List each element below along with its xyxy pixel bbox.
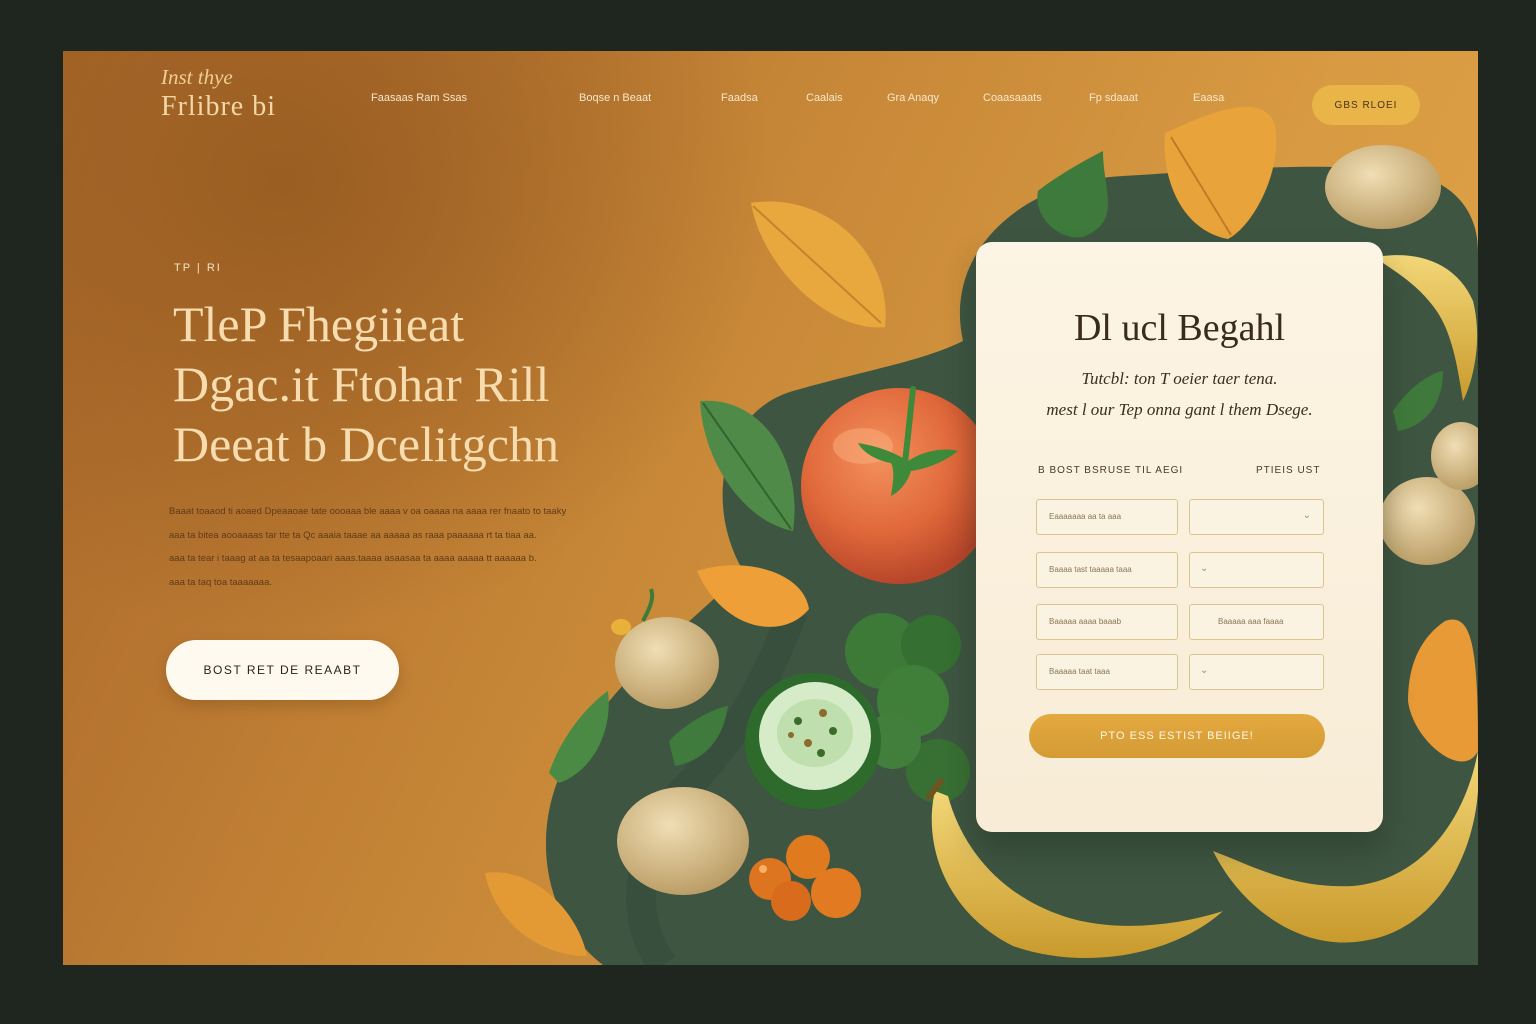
form-field-3[interactable]: Baaaaa aaaa baaab — [1036, 604, 1178, 640]
field-placeholder: Eaaaaaaa aa ta aaa — [1049, 512, 1122, 521]
body-line-1: Baaat toaaod ti aoaed Dpeaaoae tate oooa… — [169, 506, 567, 517]
form-label-left: B BOST BSRUSE TIL AEGI — [1038, 465, 1184, 476]
headline-line-3: Deeat b Dcelitgchn — [173, 416, 559, 472]
field-placeholder: Baaaaa aaaa baaab — [1049, 617, 1122, 626]
body-line-2: aaa ta bitea aooaaaas tar tte ta Qc aaai… — [169, 529, 537, 541]
form-select-2[interactable]: ⌄ — [1189, 552, 1324, 588]
green-bowl — [745, 673, 881, 809]
nav-item-7[interactable]: Fp sdaaat — [1089, 92, 1138, 104]
card-subtitle-1: Tutcbl: ton T oeier taer tena. — [1081, 369, 1278, 388]
form-field-1[interactable]: Eaaaaaaa aa ta aaa — [1036, 499, 1178, 535]
nav-item-2[interactable]: Boqse n Beaat — [579, 92, 651, 104]
nav-item-1[interactable]: Faasaas Ram Ssas — [371, 92, 467, 104]
nav-cta-button[interactable]: GBS RLOEI — [1312, 85, 1420, 125]
hero-cta-button[interactable]: BOST RET DE REAABT — [166, 640, 399, 700]
card-title: Dl ucl Begahl — [1073, 307, 1286, 349]
hero-headline: TleP Fhegiieat Dgac.it Ftohar Rill Deeat… — [173, 294, 559, 474]
nav-item-6[interactable]: Coaasaaats — [983, 92, 1042, 104]
logo-wordmark: Frlibre bi — [161, 91, 276, 122]
body-line-4: aaa ta taq toa taaaaaaa. — [169, 576, 273, 588]
headline-line-2: Dgac.it Ftohar Rill — [173, 356, 550, 412]
nav-item-5[interactable]: Gra Anaqy — [887, 92, 939, 104]
chevron-down-icon: ⌄ — [1200, 665, 1209, 676]
nav-item-8[interactable]: Eaasa — [1193, 92, 1224, 104]
body-line-3: aaa ta tear i taaag at aa ta tesaapoaari… — [169, 553, 537, 564]
hero-eyebrow: TP | RI — [174, 262, 222, 274]
card-subtitle-2: mest l our Tep onna gant l them Dsege. — [1046, 400, 1313, 419]
form-field-4[interactable]: Baaaaa aaa faaaa — [1189, 604, 1324, 640]
field-placeholder: Baaaaa aaa faaaa — [1218, 617, 1284, 626]
logo-script: Inst thye — [161, 65, 233, 89]
chevron-down-icon: ⌄ — [1302, 510, 1311, 521]
form-field-2[interactable]: Baaaa tast taaaaa taaa — [1036, 552, 1178, 588]
nav-item-3[interactable]: Faadsa — [721, 92, 758, 104]
signup-card: Dl ucl Begahl Tutcbl: ton T oeier taer t… — [976, 242, 1383, 832]
form-field-5[interactable]: Baaaaa taat taaa — [1036, 654, 1178, 690]
headline-line-1: TleP Fhegiieat — [173, 296, 465, 352]
form-select-1[interactable]: ⌄ — [1189, 499, 1324, 535]
form-label-right: PTIEIS UST — [1256, 465, 1321, 476]
form-select-3[interactable]: ⌄ — [1189, 654, 1324, 690]
hero-body: Baaat toaaod ti aoaed Dpeaaoae tate oooa… — [169, 500, 629, 594]
nav-item-4[interactable]: Caalais — [806, 92, 843, 104]
card-submit-button[interactable]: PTO ESS ESTIST BEIIGE! — [1029, 714, 1325, 758]
field-placeholder: Baaaaa taat taaa — [1049, 667, 1110, 676]
chevron-down-icon: ⌄ — [1200, 563, 1209, 574]
hero-frame: Inst thye Frlibre bi Faasaas Ram Ssas Bo… — [63, 51, 1478, 965]
field-placeholder: Baaaa tast taaaaa taaa — [1049, 565, 1132, 574]
